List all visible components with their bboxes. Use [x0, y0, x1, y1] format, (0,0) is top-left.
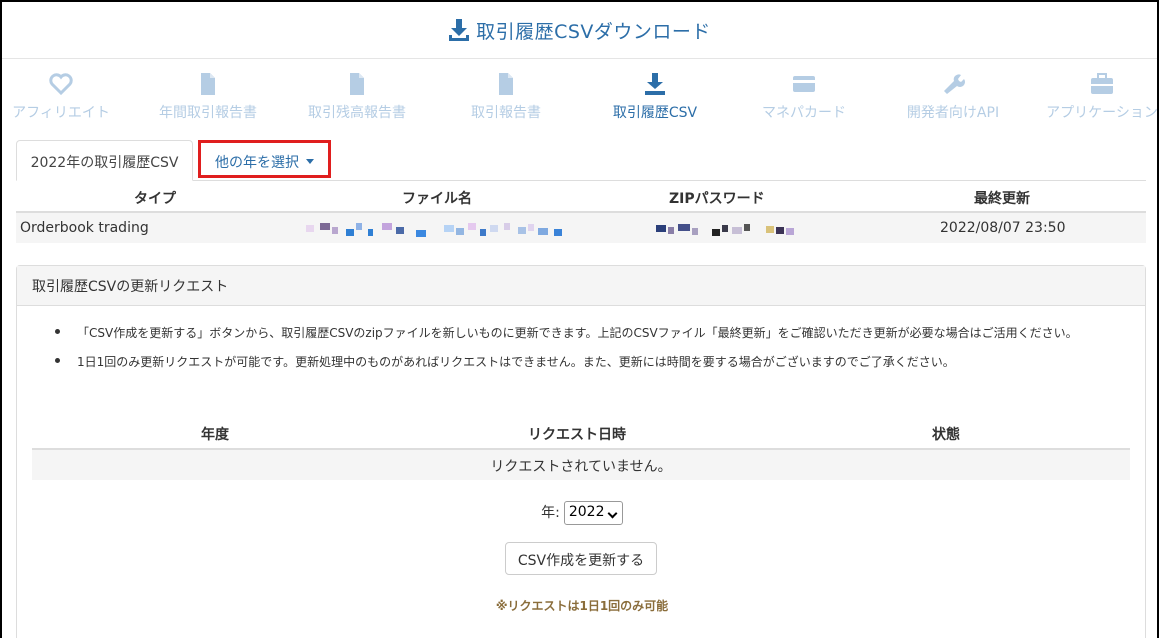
document-icon	[499, 73, 513, 95]
nav-item-trade-report[interactable]: 取引報告書	[431, 68, 581, 122]
col-status: 状態	[932, 427, 960, 443]
nav-label: 年間取引報告書	[159, 105, 257, 121]
nav-item-trade-history-csv[interactable]: 取引履歴CSV	[580, 68, 730, 122]
file-type: Orderbook trading	[20, 220, 149, 236]
file-table-header: タイプ ファイル名 ZIPパスワード 最終更新	[16, 181, 1146, 213]
year-select-value: 2022	[568, 504, 605, 520]
heart-icon	[49, 73, 73, 96]
main-nav: アフィリエイト 年間取引報告書 取引残高報告書 取引報告書 取引履歴CSV マネ…	[2, 68, 1158, 128]
nav-item-applications[interactable]: アプリケーション	[1027, 68, 1158, 122]
col-last-updated: 最終更新	[974, 191, 1030, 207]
page-title: 取引履歴CSVダウンロード	[476, 20, 711, 43]
col-zip-password: ZIPパスワード	[669, 191, 765, 207]
file-table: タイプ ファイル名 ZIPパスワード 最終更新 Orderbook tradin…	[16, 181, 1146, 243]
update-csv-button[interactable]: CSV作成を更新する	[505, 542, 657, 575]
document-icon	[201, 73, 215, 95]
col-request-datetime: リクエスト日時	[528, 427, 626, 443]
request-limit-note: ※リクエストは1日1回のみ可能	[495, 599, 669, 613]
tab-2022[interactable]: 2022年の取引履歴CSV	[16, 140, 193, 181]
nav-item-manepa-card[interactable]: マネパカード	[729, 68, 879, 122]
year-tabs: 2022年の取引履歴CSV 他の年を選択	[16, 140, 1146, 181]
table-row: Orderbook trading 2022/08/07 23:50	[16, 213, 1146, 243]
request-table: 年度 リクエスト日時 状態 リクエストされていません。	[32, 416, 1130, 480]
briefcase-icon	[1091, 73, 1113, 94]
document-icon	[350, 73, 364, 95]
page-frame: 取引履歴CSVダウンロード アフィリエイト 年間取引報告書 取引残高報告書 取引…	[0, 0, 1159, 638]
download-icon	[449, 19, 470, 41]
nav-label: アフィリエイト	[12, 105, 110, 121]
nav-label: 取引残高報告書	[308, 105, 406, 121]
empty-row: リクエストされていません。	[32, 450, 1130, 480]
credit-card-icon	[793, 76, 815, 92]
nav-item-balance-report[interactable]: 取引残高報告書	[282, 68, 432, 122]
col-filename: ファイル名	[402, 191, 472, 207]
nav-item-developer-api[interactable]: 開発者向けAPI	[878, 68, 1028, 122]
year-label: 年:	[541, 505, 560, 521]
update-request-panel: 取引履歴CSVの更新リクエスト 「CSV作成を更新する」ボタンから、取引履歴CS…	[16, 265, 1146, 638]
zip-password-redacted	[656, 223, 796, 237]
list-item: 「CSV作成を更新する」ボタンから、取引履歴CSVのzipファイルを新しいものに…	[55, 324, 1078, 341]
list-item: 1日1回のみ更新リクエストが可能です。更新処理中のものがあればリクエストはできま…	[55, 353, 1078, 370]
nav-label: 取引履歴CSV	[612, 105, 698, 121]
nav-label: 取引報告書	[471, 105, 541, 121]
other-year-label: 他の年を選択	[215, 155, 299, 171]
other-year-dropdown[interactable]: 他の年を選択	[198, 140, 331, 178]
wrench-icon	[944, 74, 965, 94]
info-list: 「CSV作成を更新する」ボタンから、取引履歴CSVのzipファイルを新しいものに…	[55, 324, 1078, 382]
nav-item-annual-report[interactable]: 年間取引報告書	[133, 68, 283, 122]
year-select[interactable]: 2022	[563, 501, 623, 525]
nav-label: アプリケーション	[1046, 105, 1158, 121]
caret-down-icon	[306, 158, 314, 164]
year-form: 年: 2022	[17, 501, 1147, 525]
filename-link-redacted[interactable]	[306, 223, 576, 237]
panel-title: 取引履歴CSVの更新リクエスト	[17, 266, 1145, 306]
nav-item-affiliate[interactable]: アフィリエイト	[2, 68, 136, 122]
col-year: 年度	[201, 427, 229, 443]
col-type: タイプ	[134, 191, 176, 207]
download-icon	[645, 73, 665, 95]
last-updated: 2022/08/07 23:50	[940, 220, 1066, 236]
request-table-header: 年度 リクエスト日時 状態	[32, 416, 1130, 450]
chevron-down-icon	[607, 508, 618, 519]
nav-label: 開発者向けAPI	[906, 105, 1000, 121]
page-header: 取引履歴CSVダウンロード	[2, 2, 1157, 59]
nav-label: マネパカード	[762, 105, 846, 121]
